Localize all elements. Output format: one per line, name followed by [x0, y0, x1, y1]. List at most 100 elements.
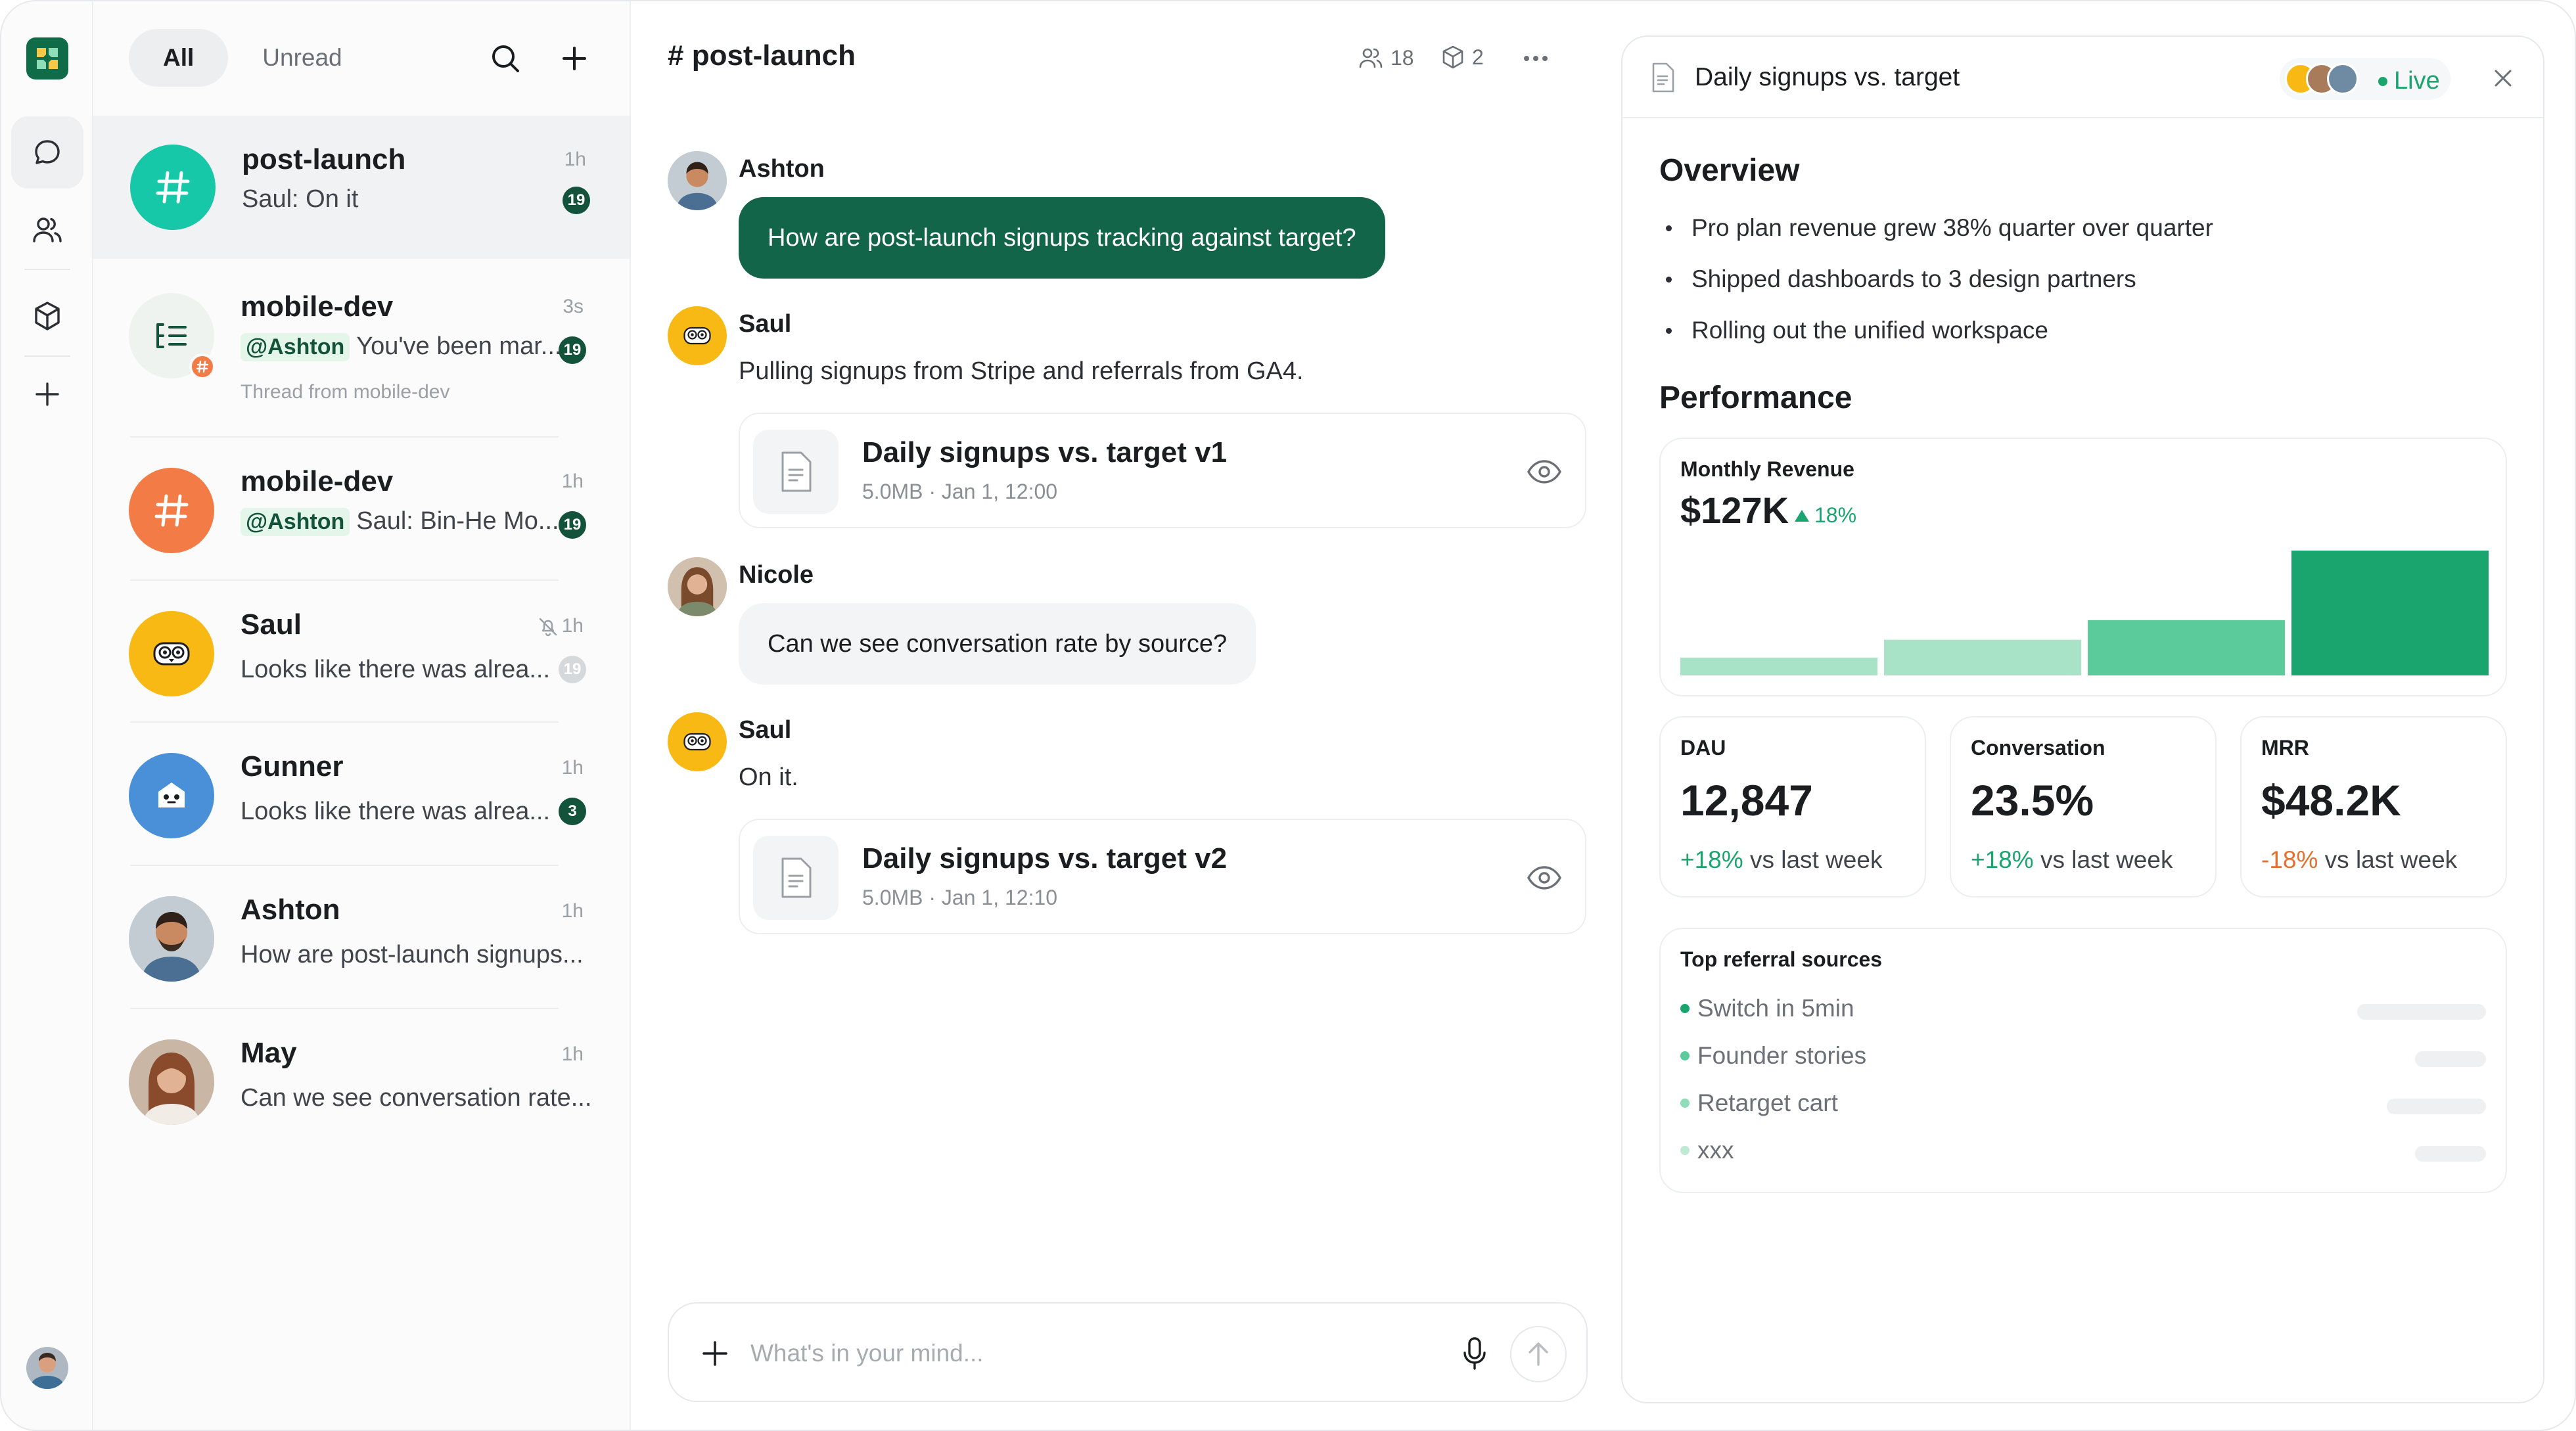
search-button[interactable] — [482, 35, 528, 81]
list-item-mobile-dev-thread[interactable]: mobile-dev 3s @Ashton You've been mar... … — [129, 264, 594, 407]
rail-spaces-button[interactable] — [11, 280, 83, 352]
rail-divider — [24, 355, 70, 357]
bullet-text: Rolling out the unified workspace — [1691, 317, 2048, 344]
current-user-avatar[interactable] — [26, 1347, 68, 1389]
revenue-bar-chart — [1680, 551, 2489, 675]
author-avatar[interactable] — [668, 306, 727, 365]
channel-title: # post-launch — [668, 39, 856, 72]
file-date: Jan 1, 12:00 — [941, 480, 1058, 503]
file-meta: 5.0MB · Jan 1, 12:10 — [862, 886, 1058, 909]
file-meta: 5.0MB · Jan 1, 12:00 — [862, 480, 1058, 503]
thread-icon — [156, 323, 187, 348]
list-divider — [130, 721, 559, 723]
attach-button[interactable] — [695, 1334, 735, 1373]
list-item-ashton[interactable]: Ashton 1h How are post-launch signups... — [129, 867, 594, 1011]
send-button[interactable] — [1510, 1326, 1567, 1382]
metric-label: DAU — [1680, 736, 1726, 760]
unread-badge: 19 — [559, 336, 586, 364]
voice-button[interactable] — [1455, 1334, 1494, 1373]
metric-card-mrr: MRR $48.2K -18% vs last week — [2240, 716, 2507, 897]
revenue-bar — [1680, 657, 1877, 675]
list-divider — [130, 1008, 559, 1009]
owl-icon — [153, 642, 190, 666]
channel-avatar — [129, 468, 214, 553]
list-item-saul[interactable]: Saul 1h Looks like there was alrea... 19 — [129, 582, 594, 725]
metric-delta-value: -18% — [2261, 846, 2318, 873]
list-item-gunner[interactable]: Gunner 1h Looks like there was alrea... … — [129, 724, 594, 867]
document-panel: Daily signups vs. target Live Overview P… — [1621, 35, 2544, 1403]
referral-sources-card: Top referral sources Switch in 5min Found… — [1659, 928, 2507, 1193]
preview-button[interactable] — [1525, 858, 1564, 897]
metric-delta: +18% vs last week — [1680, 846, 1882, 874]
file-attachment[interactable]: Daily signups vs. target v1 5.0MB · Jan … — [739, 413, 1586, 528]
chat-bubble-icon — [35, 140, 60, 164]
list-divider — [130, 436, 559, 438]
cube-icon — [1442, 45, 1463, 69]
revenue-value: $127K — [1680, 489, 1789, 531]
message-author: Nicole — [739, 561, 814, 589]
message-composer — [668, 1302, 1588, 1402]
message-author: Saul — [739, 310, 792, 338]
item-preview: Saul: On it — [242, 185, 359, 213]
item-time: 1h — [561, 615, 584, 637]
metric-delta-suffix: vs last week — [2324, 846, 2458, 873]
new-conversation-button[interactable] — [551, 35, 597, 81]
shared-files-button[interactable]: 2 — [1439, 43, 1484, 71]
referral-bar — [2415, 1146, 2486, 1162]
people-icon — [1359, 48, 1383, 68]
referrals-heading: Top referral sources — [1680, 947, 1883, 971]
conversation-list: All Unread post-launch 1h Saul: On it 19 — [93, 1, 631, 1430]
rail-chats-button[interactable] — [11, 116, 83, 189]
filter-unread-tab[interactable]: Unread — [228, 29, 376, 87]
metric-delta-value: +18% — [1680, 846, 1743, 873]
panel-header: Daily signups vs. target Live — [1622, 37, 2543, 118]
revenue-delta: 18% — [1793, 503, 1856, 528]
rail-people-button[interactable] — [11, 194, 83, 266]
collaborator-avatar — [2327, 63, 2358, 95]
referral-row: xxx — [1680, 1137, 1734, 1164]
file-title: Daily signups vs. target v2 — [862, 842, 1228, 874]
message-author: Saul — [739, 716, 792, 744]
members-button[interactable]: 18 — [1356, 43, 1414, 72]
bullet-text: Shipped dashboards to 3 design partners — [1691, 265, 2136, 292]
metric-delta-suffix: vs last week — [1749, 846, 1883, 873]
author-avatar[interactable] — [668, 151, 727, 210]
file-attachment[interactable]: Daily signups vs. target v2 5.0MB · Jan … — [739, 819, 1586, 934]
files-count: 2 — [1472, 45, 1484, 69]
hash-icon — [154, 494, 189, 527]
message-bubble: How are post-launch signups tracking aga… — [739, 197, 1385, 279]
list-item-post-launch[interactable]: post-launch 1h Saul: On it 19 — [93, 116, 630, 259]
item-name: Saul — [241, 608, 302, 641]
overview-heading: Overview — [1659, 153, 1800, 188]
referral-bar — [2387, 1099, 2486, 1114]
plus-icon — [35, 382, 59, 406]
metric-delta-value: +18% — [1971, 846, 2034, 873]
preview-button[interactable] — [1525, 452, 1564, 491]
app-logo[interactable] — [26, 37, 68, 80]
referral-name: Founder stories — [1697, 1042, 1867, 1069]
message-input[interactable] — [750, 1334, 1342, 1373]
item-preview-text: You've been mar... — [356, 332, 562, 360]
list-item-mobile-dev[interactable]: mobile-dev 1h @Ashton Saul: Bin-He Mo... … — [129, 439, 594, 582]
referral-row: Founder stories — [1680, 1042, 1866, 1070]
list-divider — [130, 865, 559, 866]
live-dot-icon — [2378, 76, 2387, 86]
filter-all-tab[interactable]: All — [129, 29, 229, 87]
plus-icon — [702, 1341, 727, 1366]
author-avatar[interactable] — [668, 712, 727, 771]
revenue-card: Monthly Revenue $127K 18% — [1659, 438, 2507, 696]
chat-pane: # post-launch 18 2 Ashton How are post-l… — [631, 1, 1619, 1430]
revenue-bar — [2291, 551, 2489, 675]
author-avatar[interactable] — [668, 557, 727, 616]
cube-icon — [35, 302, 60, 330]
muted-bell-icon — [536, 615, 560, 639]
more-horizontal-icon — [1524, 56, 1548, 61]
message-text: Pulling signups from Stripe and referral… — [739, 357, 1304, 385]
rail-add-button[interactable] — [11, 358, 83, 430]
list-item-may[interactable]: May 1h Can we see conversation rate... — [129, 1011, 594, 1154]
more-options-button[interactable] — [1519, 42, 1552, 75]
collaborators[interactable]: Live — [2280, 58, 2450, 100]
user-avatar — [129, 753, 214, 838]
close-button[interactable] — [2487, 62, 2519, 95]
referral-name: Switch in 5min — [1697, 995, 1854, 1022]
